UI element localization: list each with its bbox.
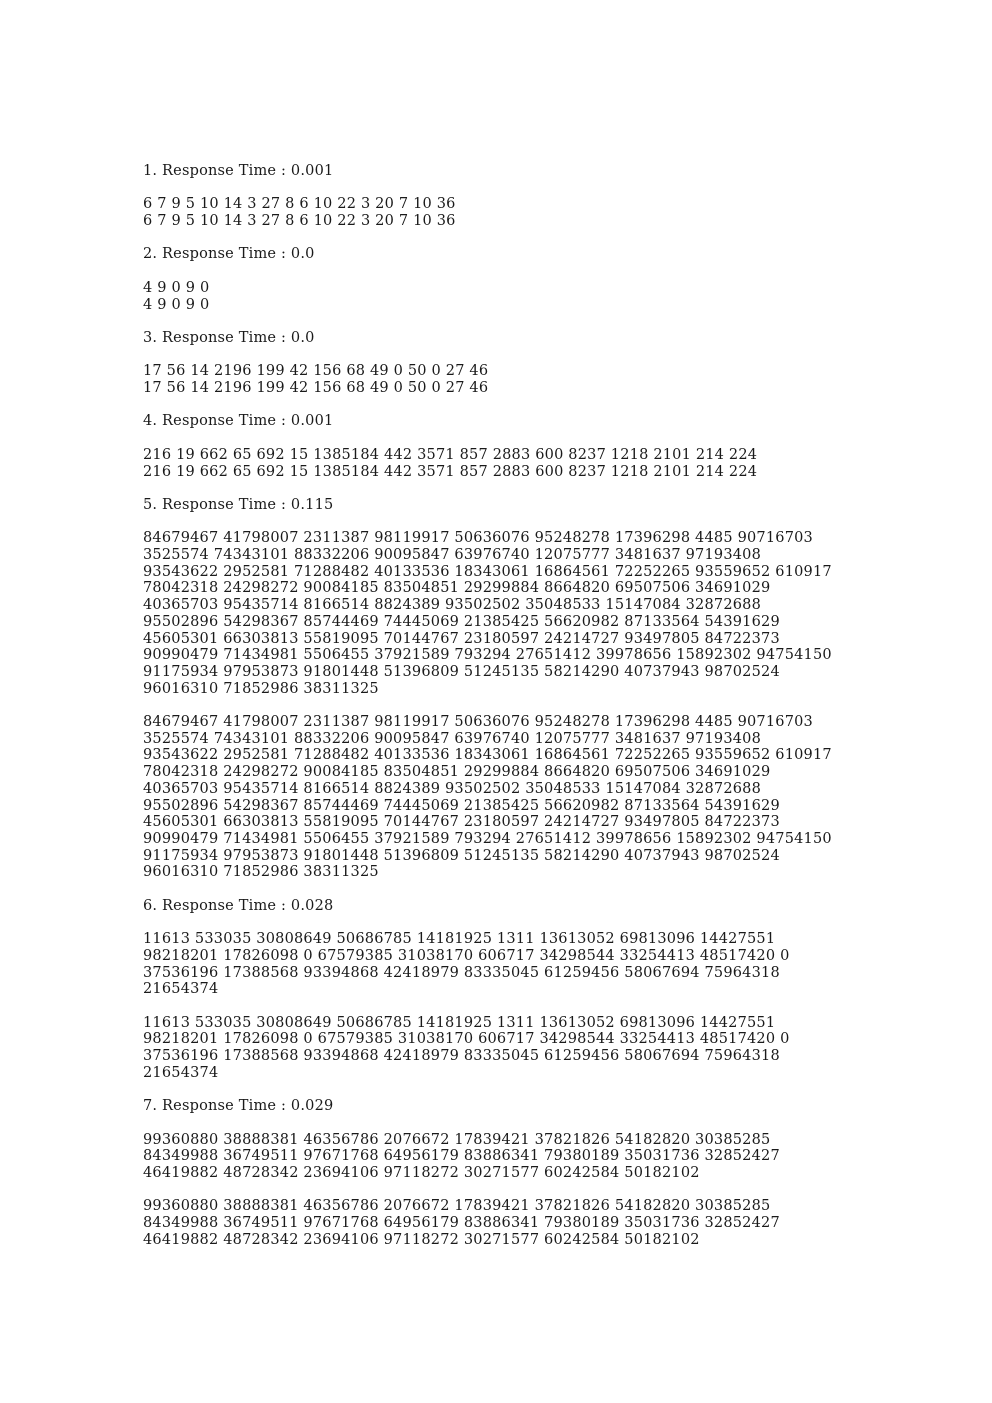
output-line: 93543622 2952581 71288482 40133536 18343… [143, 563, 832, 580]
response-section: 7. Response Time : 0.029 99360880 3888838… [143, 1098, 943, 1248]
response-section: 2. Response Time : 0.0 4 9 0 9 04 9 0 9 0 [143, 246, 943, 313]
output-line: 45605301 66303813 55819095 70144767 2318… [143, 630, 780, 647]
response-time-heading: 2. Response Time : 0.0 [143, 246, 315, 263]
output-line: 11613 533035 30808649 50686785 14181925 … [143, 1014, 776, 1031]
output-line: 17 56 14 2196 199 42 156 68 49 0 50 0 27… [143, 380, 489, 397]
document-body: 1. Response Time : 0.001 6 7 9 5 10 14 3 … [143, 163, 943, 1265]
output-block: 6 7 9 5 10 14 3 27 8 6 10 22 3 20 7 10 3… [143, 196, 943, 229]
output-line: 6 7 9 5 10 14 3 27 8 6 10 22 3 20 7 10 3… [143, 196, 456, 213]
response-time-heading: 1. Response Time : 0.001 [143, 163, 334, 179]
output-line: 95502896 54298367 85744469 74445069 2138… [143, 797, 780, 814]
output-line: 99360880 38888381 46356786 2076672 17839… [143, 1131, 771, 1148]
output-line: 96016310 71852986 38311325 [143, 680, 379, 697]
output-line: 95502896 54298367 85744469 74445069 2138… [143, 613, 780, 630]
output-line: 90990479 71434981 5506455 37921589 79329… [143, 647, 832, 664]
output-block: 216 19 662 65 692 15 1385184 442 3571 85… [143, 447, 943, 480]
output-line: 93543622 2952581 71288482 40133536 18343… [143, 747, 832, 764]
output-block: 99360880 38888381 46356786 2076672 17839… [143, 1132, 943, 1182]
response-time-heading: 7. Response Time : 0.029 [143, 1098, 334, 1115]
output-line: 40365703 95435714 8166514 8824389 935025… [143, 597, 762, 614]
output-line: 21654374 [143, 981, 219, 998]
output-line: 46419882 48728342 23694106 97118272 3027… [143, 1231, 700, 1248]
output-line: 84349988 36749511 97671768 64956179 8388… [143, 1148, 780, 1165]
output-line: 91175934 97953873 91801448 51396809 5124… [143, 847, 780, 864]
output-line: 3525574 74343101 88332206 90095847 63976… [143, 730, 762, 747]
response-section: 5. Response Time : 0.115 84679467 4179800… [143, 497, 943, 881]
output-block: 84679467 41798007 2311387 98119917 50636… [143, 714, 943, 881]
output-line: 98218201 17826098 0 67579385 31038170 60… [143, 1031, 790, 1048]
output-line: 90990479 71434981 5506455 37921589 79329… [143, 830, 832, 847]
output-line: 4 9 0 9 0 [143, 296, 210, 313]
response-time-heading: 6. Response Time : 0.028 [143, 897, 334, 914]
output-line: 78042318 24298272 90084185 83504851 2929… [143, 764, 771, 781]
output-block: 11613 533035 30808649 50686785 14181925 … [143, 1015, 943, 1082]
output-line: 99360880 38888381 46356786 2076672 17839… [143, 1198, 771, 1215]
output-block: 11613 533035 30808649 50686785 14181925 … [143, 931, 943, 998]
output-line: 21654374 [143, 1064, 219, 1081]
output-line: 84349988 36749511 97671768 64956179 8388… [143, 1215, 780, 1232]
response-section: 4. Response Time : 0.001 216 19 662 65 69… [143, 413, 943, 480]
output-line: 84679467 41798007 2311387 98119917 50636… [143, 530, 813, 547]
response-section: 3. Response Time : 0.0 17 56 14 2196 199 … [143, 330, 943, 397]
output-line: 6 7 9 5 10 14 3 27 8 6 10 22 3 20 7 10 3… [143, 213, 456, 230]
output-block: 17 56 14 2196 199 42 156 68 49 0 50 0 27… [143, 363, 943, 396]
output-line: 96016310 71852986 38311325 [143, 864, 379, 881]
output-block: 99360880 38888381 46356786 2076672 17839… [143, 1198, 943, 1248]
response-section: 6. Response Time : 0.028 11613 533035 308… [143, 898, 943, 1082]
output-line: 17 56 14 2196 199 42 156 68 49 0 50 0 27… [143, 363, 489, 380]
output-block: 84679467 41798007 2311387 98119917 50636… [143, 530, 943, 697]
output-line: 3525574 74343101 88332206 90095847 63976… [143, 547, 762, 564]
output-line: 46419882 48728342 23694106 97118272 3027… [143, 1164, 700, 1181]
output-block: 4 9 0 9 04 9 0 9 0 [143, 280, 943, 313]
response-section: 1. Response Time : 0.001 6 7 9 5 10 14 3 … [143, 163, 943, 230]
output-line: 4 9 0 9 0 [143, 279, 210, 296]
output-line: 91175934 97953873 91801448 51396809 5124… [143, 663, 780, 680]
output-line: 78042318 24298272 90084185 83504851 2929… [143, 580, 771, 597]
output-line: 98218201 17826098 0 67579385 31038170 60… [143, 947, 790, 964]
output-line: 37536196 17388568 93394868 42418979 8333… [143, 964, 780, 981]
output-line: 84679467 41798007 2311387 98119917 50636… [143, 714, 813, 731]
output-line: 45605301 66303813 55819095 70144767 2318… [143, 814, 780, 831]
output-line: 216 19 662 65 692 15 1385184 442 3571 85… [143, 446, 758, 463]
output-line: 40365703 95435714 8166514 8824389 935025… [143, 780, 762, 797]
output-line: 11613 533035 30808649 50686785 14181925 … [143, 931, 776, 948]
response-time-heading: 5. Response Time : 0.115 [143, 496, 334, 513]
response-time-heading: 3. Response Time : 0.0 [143, 329, 315, 346]
output-line: 37536196 17388568 93394868 42418979 8333… [143, 1048, 780, 1065]
response-time-heading: 4. Response Time : 0.001 [143, 413, 334, 430]
output-line: 216 19 662 65 692 15 1385184 442 3571 85… [143, 463, 758, 480]
